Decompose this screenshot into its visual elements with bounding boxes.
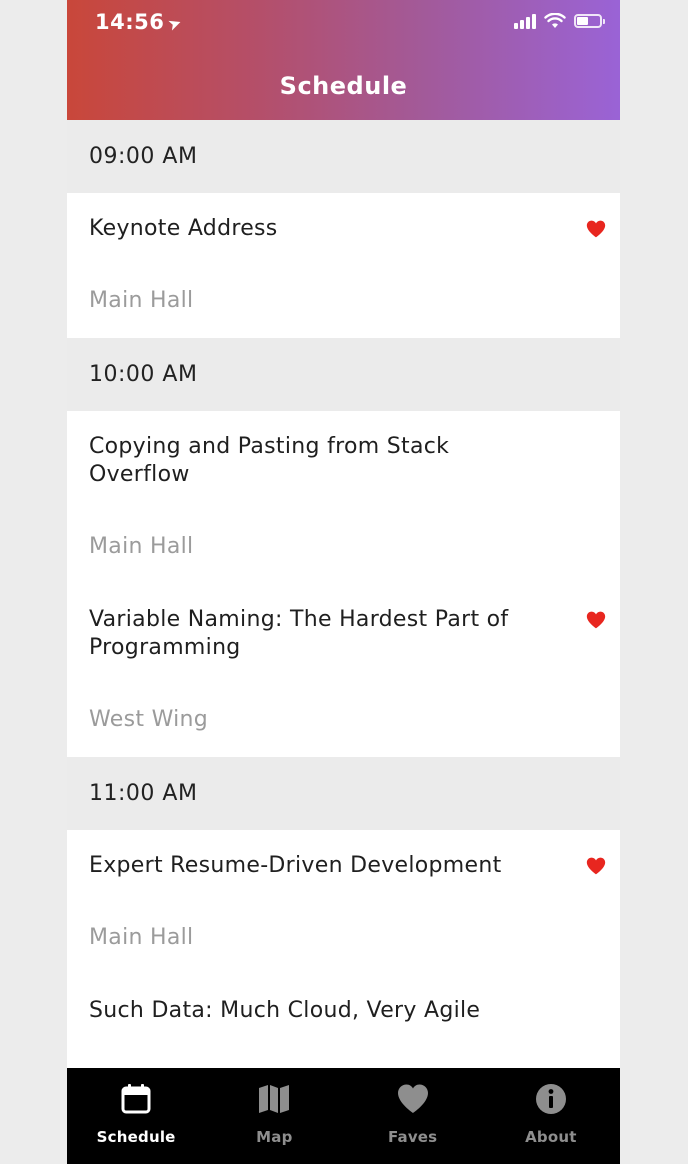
session-title: Copying and Pasting from Stack Overflow xyxy=(89,434,450,487)
battery-icon xyxy=(574,14,605,28)
header: 14:56➤ Schedule xyxy=(67,0,620,120)
session-title: Variable Naming: The Hardest Part of Pro… xyxy=(89,607,509,660)
session-item[interactable]: Copying and Pasting from Stack Overflow M… xyxy=(67,411,620,584)
info-icon xyxy=(534,1082,568,1128)
session-room xyxy=(67,1025,620,1068)
favorite-heart-icon[interactable] xyxy=(586,610,606,630)
tab-about[interactable]: About xyxy=(482,1068,620,1164)
session-item[interactable]: Variable Naming: The Hardest Part of Pro… xyxy=(67,584,620,757)
favorite-heart-icon[interactable] xyxy=(586,856,606,876)
schedule-list[interactable]: 09:00 AM Keynote Address Main Hall 10:00 AM… xyxy=(67,120,620,1068)
session-item[interactable]: Keynote Address Main Hall xyxy=(67,193,620,338)
tab-schedule[interactable]: Schedule xyxy=(67,1068,205,1164)
page-title: Schedule xyxy=(279,72,408,100)
time-slot-header: 10:00 AM xyxy=(67,338,620,411)
tab-map[interactable]: Map xyxy=(205,1068,343,1164)
tab-label: Map xyxy=(256,1128,293,1146)
session-room: Main Hall xyxy=(89,925,194,950)
session-item[interactable]: Expert Resume-Driven Development Main Hal… xyxy=(67,830,620,975)
time-slot-header: 09:00 AM xyxy=(67,120,620,193)
tab-bar: Schedule Map Faves About xyxy=(67,1068,620,1164)
session-room: Main Hall xyxy=(89,534,194,559)
app-screen: 14:56➤ Schedule 09:00 AM Keynote Address M… xyxy=(67,0,620,1164)
wifi-icon xyxy=(544,13,566,28)
session-title: Expert Resume-Driven Development xyxy=(89,853,502,878)
tab-label: About xyxy=(525,1128,577,1146)
tab-faves[interactable]: Faves xyxy=(344,1068,482,1164)
status-bar-time: 14:56➤ xyxy=(95,10,185,35)
session-item[interactable]: Such Data: Much Cloud, Very Agile xyxy=(67,975,620,1068)
location-arrow-icon: ➤ xyxy=(165,12,186,35)
calendar-icon xyxy=(119,1082,153,1128)
session-title: Such Data: Much Cloud, Very Agile xyxy=(89,998,481,1023)
time-slot-header: 11:00 AM xyxy=(67,757,620,830)
session-title: Keynote Address xyxy=(89,216,278,241)
session-room: Main Hall xyxy=(89,288,194,313)
status-icons xyxy=(514,13,605,29)
heart-icon xyxy=(396,1082,430,1128)
tab-label: Schedule xyxy=(96,1128,176,1146)
favorite-heart-icon[interactable] xyxy=(586,219,606,239)
cellular-signal-icon xyxy=(514,13,536,29)
map-icon xyxy=(257,1082,291,1128)
status-time-text: 14:56 xyxy=(95,10,165,34)
session-room: West Wing xyxy=(89,707,209,732)
tab-label: Faves xyxy=(387,1128,438,1146)
